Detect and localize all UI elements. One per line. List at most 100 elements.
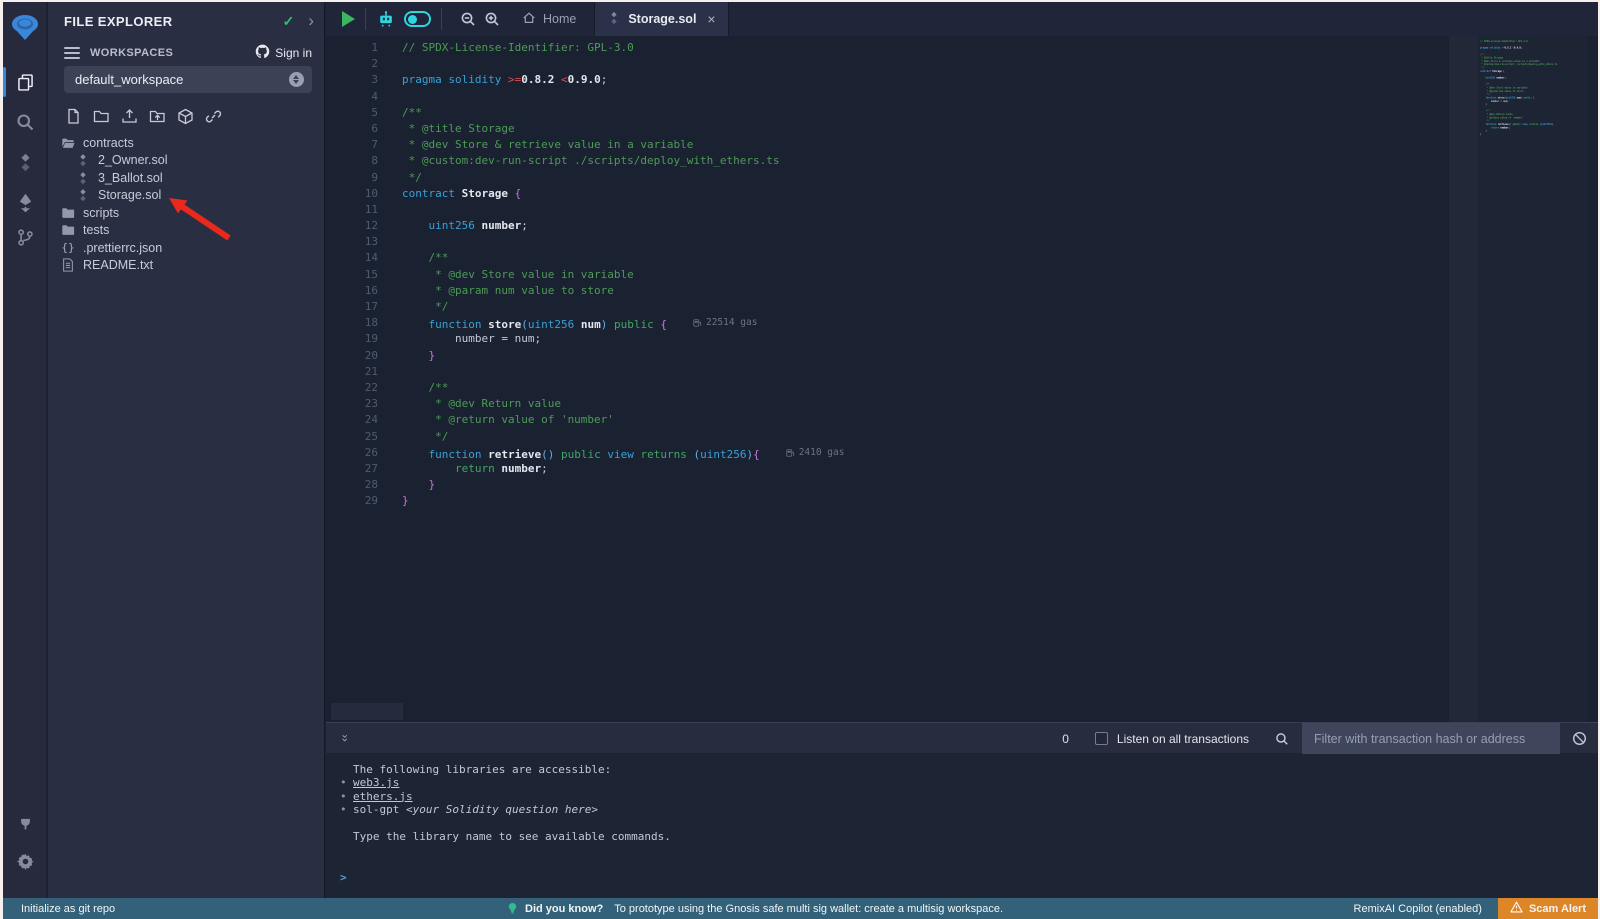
file-tree-item-storage-sol[interactable]: Storage.sol	[48, 187, 324, 205]
line-number[interactable]: 10	[326, 186, 378, 202]
line-number[interactable]: 7	[326, 137, 378, 153]
code-line[interactable]: 1// SPDX-License-Identifier: GPL-3.0	[326, 40, 1449, 56]
code-line[interactable]: 10contract Storage {	[326, 186, 1449, 202]
code-line[interactable]: 24 * @return value of 'number'	[326, 412, 1449, 428]
line-number[interactable]: 8	[326, 153, 378, 169]
filter-input[interactable]	[1302, 723, 1560, 754]
code-line[interactable]: 15 * @dev Store value in variable	[326, 267, 1449, 283]
file-tree-item-readme-txt[interactable]: README.txt	[48, 257, 324, 275]
zoom-out-icon[interactable]	[460, 11, 476, 27]
upload-folder-icon[interactable]	[148, 107, 167, 126]
line-number[interactable]: 11	[326, 202, 378, 218]
upload-file-icon[interactable]	[120, 107, 139, 126]
file-tree-item-tests[interactable]: tests	[48, 222, 324, 240]
line-number[interactable]: 13	[326, 234, 378, 250]
line-number[interactable]: 14	[326, 250, 378, 266]
terminal-link[interactable]: ethers.js	[353, 790, 413, 803]
line-number[interactable]: 24	[326, 412, 378, 428]
file-tree-item-contracts[interactable]: contracts	[48, 134, 324, 152]
rail-search-button[interactable]	[3, 103, 47, 141]
editor-minimap[interactable]: // SPDX-License-Identifier: GPL-3.0 prag…	[1478, 36, 1588, 722]
line-number[interactable]: 23	[326, 396, 378, 412]
code-line[interactable]: 16 * @param num value to store	[326, 283, 1449, 299]
code-line[interactable]: 11	[326, 202, 1449, 218]
code-line[interactable]: 3pragma solidity >=0.8.2 <0.9.0;	[326, 72, 1449, 88]
code-line[interactable]: 20 }	[326, 348, 1449, 364]
workspace-select[interactable]: default_workspace	[64, 66, 312, 93]
rail-plugin-manager-button[interactable]	[3, 802, 47, 840]
code-line[interactable]: 2	[326, 56, 1449, 72]
line-number[interactable]: 3	[326, 72, 378, 88]
editor-hscrollbar[interactable]	[331, 703, 403, 720]
code-line[interactable]: 9 */	[326, 170, 1449, 186]
line-number[interactable]: 28	[326, 477, 378, 493]
code-line[interactable]: 14 /**	[326, 250, 1449, 266]
rail-remix-logo-button[interactable]	[3, 8, 47, 46]
workspace-stepper-icon[interactable]	[289, 72, 304, 87]
code-line[interactable]: 22 /**	[326, 380, 1449, 396]
scam-alert-button[interactable]: Scam Alert	[1498, 898, 1598, 919]
code-editor[interactable]: 1// SPDX-License-Identifier: GPL-3.023pr…	[326, 36, 1598, 722]
code-line[interactable]: 21	[326, 364, 1449, 380]
line-number[interactable]: 6	[326, 121, 378, 137]
close-tab-icon[interactable]: ×	[707, 11, 715, 27]
tab-storage-sol[interactable]: Storage.sol ×	[594, 2, 728, 36]
hamburger-menu-icon[interactable]	[64, 47, 80, 59]
line-number[interactable]: 16	[326, 283, 378, 299]
code-line[interactable]: 8 * @custom:dev-run-script ./scripts/dep…	[326, 153, 1449, 169]
clear-console-icon[interactable]	[1560, 731, 1598, 746]
git-init-button[interactable]: Initialize as git repo	[21, 903, 115, 915]
line-number[interactable]: 21	[326, 364, 378, 380]
line-number[interactable]: 5	[326, 105, 378, 121]
editor-scrollbar[interactable]	[1449, 36, 1478, 722]
code-line[interactable]: 28 }	[326, 477, 1449, 493]
line-number[interactable]: 2	[326, 56, 378, 72]
code-line[interactable]: 18 function store(uint256 num) public {2…	[326, 315, 1449, 331]
line-number[interactable]: 26	[326, 445, 378, 461]
line-number[interactable]: 25	[326, 429, 378, 445]
listen-all-checkbox[interactable]	[1095, 732, 1108, 745]
sign-in-button[interactable]: Sign in	[255, 44, 312, 62]
zoom-in-icon[interactable]	[484, 11, 500, 27]
collapse-terminal-icon[interactable]: ››	[340, 735, 347, 741]
rail-settings-button[interactable]	[3, 842, 47, 880]
line-number[interactable]: 4	[326, 89, 378, 105]
line-number[interactable]: 17	[326, 299, 378, 315]
file-tree-item-3-ballot-sol[interactable]: 3_Ballot.sol	[48, 169, 324, 187]
line-number[interactable]: 15	[326, 267, 378, 283]
copilot-status[interactable]: RemixAI Copilot (enabled)	[1354, 903, 1482, 915]
line-number[interactable]: 19	[326, 331, 378, 347]
rail-file-explorer-button[interactable]	[3, 63, 47, 101]
code-line[interactable]: 5/**	[326, 105, 1449, 121]
rail-deploy-run-button[interactable]	[3, 183, 47, 221]
code-line[interactable]: 19 number = num;	[326, 331, 1449, 347]
line-number[interactable]: 29	[326, 493, 378, 509]
cube-icon[interactable]	[176, 107, 195, 126]
line-number[interactable]: 12	[326, 218, 378, 234]
line-number[interactable]: 20	[326, 348, 378, 364]
code-line[interactable]: 23 * @dev Return value	[326, 396, 1449, 412]
terminal-prompt[interactable]: >	[340, 871, 347, 884]
rail-git-button[interactable]	[3, 218, 47, 256]
new-file-icon[interactable]	[64, 107, 83, 126]
line-number[interactable]: 27	[326, 461, 378, 477]
line-number[interactable]: 9	[326, 170, 378, 186]
file-tree-item-scripts[interactable]: scripts	[48, 204, 324, 222]
code-line[interactable]: 7 * @dev Store & retrieve value in a var…	[326, 137, 1449, 153]
ai-copilot-robot-icon[interactable]	[376, 9, 396, 29]
chevron-right-icon[interactable]: ›	[308, 16, 314, 26]
line-number[interactable]: 22	[326, 380, 378, 396]
line-number[interactable]: 1	[326, 40, 378, 56]
code-line[interactable]: 13	[326, 234, 1449, 250]
code-line[interactable]: 4	[326, 89, 1449, 105]
code-line[interactable]: 6 * @title Storage	[326, 121, 1449, 137]
code-line[interactable]: 17 */	[326, 299, 1449, 315]
code-line[interactable]: 12 uint256 number;	[326, 218, 1449, 234]
copilot-toggle[interactable]	[404, 11, 431, 27]
new-folder-icon[interactable]	[92, 107, 111, 126]
tab-home[interactable]: Home	[510, 2, 588, 36]
code-line[interactable]: 26 function retrieve() public view retur…	[326, 445, 1449, 461]
code-line[interactable]: 29}	[326, 493, 1449, 509]
code-line[interactable]: 25 */	[326, 429, 1449, 445]
terminal-output[interactable]: The following libraries are accessible:•…	[326, 753, 1598, 898]
